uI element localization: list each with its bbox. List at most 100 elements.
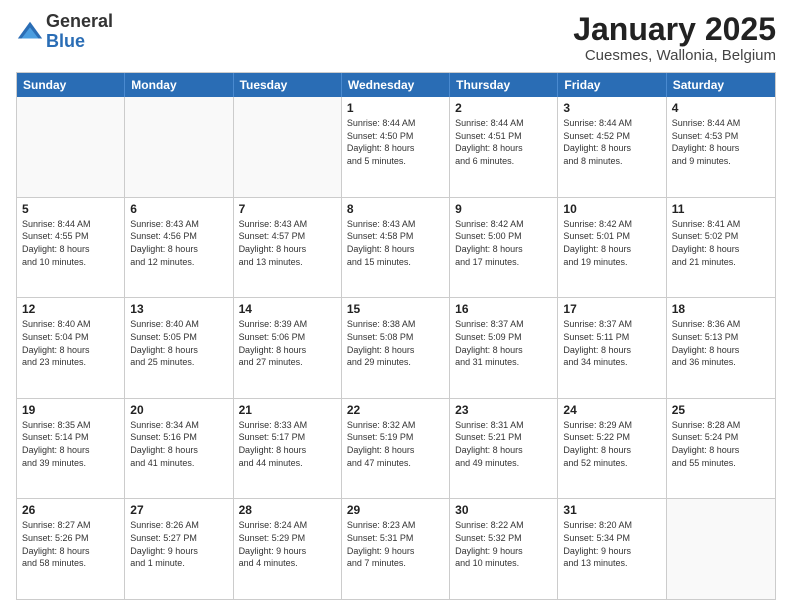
- day-number: 27: [130, 503, 227, 517]
- day-number: 7: [239, 202, 336, 216]
- day-cell-10: 10 Sunrise: 8:42 AM Sunset: 5:01 PM Dayli…: [558, 198, 666, 298]
- day-info: Sunrise: 8:27 AM Sunset: 5:26 PM Dayligh…: [22, 519, 119, 569]
- day-cell-26: 26 Sunrise: 8:27 AM Sunset: 5:26 PM Dayli…: [17, 499, 125, 599]
- empty-cell-4-6: [667, 499, 775, 599]
- day-cell-3: 3 Sunrise: 8:44 AM Sunset: 4:52 PM Daylig…: [558, 97, 666, 197]
- calendar-body: 1 Sunrise: 8:44 AM Sunset: 4:50 PM Daylig…: [17, 97, 775, 599]
- day-info: Sunrise: 8:43 AM Sunset: 4:58 PM Dayligh…: [347, 218, 444, 268]
- header-day-tuesday: Tuesday: [234, 73, 342, 97]
- day-cell-6: 6 Sunrise: 8:43 AM Sunset: 4:56 PM Daylig…: [125, 198, 233, 298]
- logo-icon: [16, 18, 44, 46]
- day-cell-23: 23 Sunrise: 8:31 AM Sunset: 5:21 PM Dayli…: [450, 399, 558, 499]
- day-info: Sunrise: 8:22 AM Sunset: 5:32 PM Dayligh…: [455, 519, 552, 569]
- empty-cell-0-2: [234, 97, 342, 197]
- empty-cell-0-0: [17, 97, 125, 197]
- day-number: 6: [130, 202, 227, 216]
- day-number: 14: [239, 302, 336, 316]
- day-info: Sunrise: 8:44 AM Sunset: 4:51 PM Dayligh…: [455, 117, 552, 167]
- day-number: 16: [455, 302, 552, 316]
- header-day-saturday: Saturday: [667, 73, 775, 97]
- header-day-sunday: Sunday: [17, 73, 125, 97]
- day-info: Sunrise: 8:26 AM Sunset: 5:27 PM Dayligh…: [130, 519, 227, 569]
- day-info: Sunrise: 8:41 AM Sunset: 5:02 PM Dayligh…: [672, 218, 770, 268]
- day-number: 9: [455, 202, 552, 216]
- day-info: Sunrise: 8:39 AM Sunset: 5:06 PM Dayligh…: [239, 318, 336, 368]
- calendar-row-2: 12 Sunrise: 8:40 AM Sunset: 5:04 PM Dayli…: [17, 298, 775, 399]
- day-cell-16: 16 Sunrise: 8:37 AM Sunset: 5:09 PM Dayli…: [450, 298, 558, 398]
- day-number: 8: [347, 202, 444, 216]
- calendar-row-3: 19Sunrise: 8:35 AM Sunset: 5:14 PM Dayli…: [17, 399, 775, 500]
- day-cell-7: 7Sunrise: 8:43 AM Sunset: 4:57 PM Daylig…: [234, 198, 342, 298]
- day-info: Sunrise: 8:37 AM Sunset: 5:09 PM Dayligh…: [455, 318, 552, 368]
- day-info: Sunrise: 8:29 AM Sunset: 5:22 PM Dayligh…: [563, 419, 660, 469]
- day-cell-28: 28 Sunrise: 8:24 AM Sunset: 5:29 PM Dayli…: [234, 499, 342, 599]
- day-info: Sunrise: 8:34 AM Sunset: 5:16 PM Dayligh…: [130, 419, 227, 469]
- day-info: Sunrise: 8:20 AM Sunset: 5:34 PM Dayligh…: [563, 519, 660, 569]
- logo-blue-text: Blue: [46, 32, 113, 52]
- day-info: Sunrise: 8:43 AM Sunset: 4:56 PM Dayligh…: [130, 218, 227, 268]
- day-number: 3: [563, 101, 660, 115]
- day-number: 2: [455, 101, 552, 115]
- page: General Blue January 2025 Cuesmes, Wallo…: [0, 0, 792, 612]
- day-cell-18: 18 Sunrise: 8:36 AM Sunset: 5:13 PM Dayli…: [667, 298, 775, 398]
- day-cell-17: 17Sunrise: 8:37 AM Sunset: 5:11 PM Dayli…: [558, 298, 666, 398]
- day-number: 21: [239, 403, 336, 417]
- day-info: Sunrise: 8:44 AM Sunset: 4:50 PM Dayligh…: [347, 117, 444, 167]
- day-info: Sunrise: 8:42 AM Sunset: 5:01 PM Dayligh…: [563, 218, 660, 268]
- day-number: 1: [347, 101, 444, 115]
- day-info: Sunrise: 8:35 AM Sunset: 5:14 PM Dayligh…: [22, 419, 119, 469]
- day-cell-24: 24Sunrise: 8:29 AM Sunset: 5:22 PM Dayli…: [558, 399, 666, 499]
- day-info: Sunrise: 8:40 AM Sunset: 5:05 PM Dayligh…: [130, 318, 227, 368]
- day-cell-25: 25Sunrise: 8:28 AM Sunset: 5:24 PM Dayli…: [667, 399, 775, 499]
- calendar-row-4: 26 Sunrise: 8:27 AM Sunset: 5:26 PM Dayli…: [17, 499, 775, 599]
- day-number: 26: [22, 503, 119, 517]
- header-day-wednesday: Wednesday: [342, 73, 450, 97]
- day-cell-30: 30Sunrise: 8:22 AM Sunset: 5:32 PM Dayli…: [450, 499, 558, 599]
- day-cell-19: 19Sunrise: 8:35 AM Sunset: 5:14 PM Dayli…: [17, 399, 125, 499]
- calendar: SundayMondayTuesdayWednesdayThursdayFrid…: [16, 72, 776, 600]
- title-block: January 2025 Cuesmes, Wallonia, Belgium: [573, 12, 776, 64]
- day-cell-12: 12 Sunrise: 8:40 AM Sunset: 5:04 PM Dayli…: [17, 298, 125, 398]
- day-cell-14: 14 Sunrise: 8:39 AM Sunset: 5:06 PM Dayli…: [234, 298, 342, 398]
- day-info: Sunrise: 8:36 AM Sunset: 5:13 PM Dayligh…: [672, 318, 770, 368]
- day-number: 20: [130, 403, 227, 417]
- calendar-row-0: 1 Sunrise: 8:44 AM Sunset: 4:50 PM Daylig…: [17, 97, 775, 198]
- day-cell-22: 22Sunrise: 8:32 AM Sunset: 5:19 PM Dayli…: [342, 399, 450, 499]
- day-info: Sunrise: 8:37 AM Sunset: 5:11 PM Dayligh…: [563, 318, 660, 368]
- title-month: January 2025: [573, 12, 776, 47]
- day-number: 15: [347, 302, 444, 316]
- day-number: 4: [672, 101, 770, 115]
- logo-text: General Blue: [46, 12, 113, 52]
- day-number: 5: [22, 202, 119, 216]
- day-number: 11: [672, 202, 770, 216]
- day-cell-8: 8 Sunrise: 8:43 AM Sunset: 4:58 PM Daylig…: [342, 198, 450, 298]
- day-info: Sunrise: 8:44 AM Sunset: 4:55 PM Dayligh…: [22, 218, 119, 268]
- day-info: Sunrise: 8:44 AM Sunset: 4:53 PM Dayligh…: [672, 117, 770, 167]
- header-day-friday: Friday: [558, 73, 666, 97]
- day-cell-20: 20 Sunrise: 8:34 AM Sunset: 5:16 PM Dayli…: [125, 399, 233, 499]
- day-cell-4: 4 Sunrise: 8:44 AM Sunset: 4:53 PM Daylig…: [667, 97, 775, 197]
- day-number: 28: [239, 503, 336, 517]
- day-cell-21: 21Sunrise: 8:33 AM Sunset: 5:17 PM Dayli…: [234, 399, 342, 499]
- day-cell-31: 31 Sunrise: 8:20 AM Sunset: 5:34 PM Dayli…: [558, 499, 666, 599]
- day-info: Sunrise: 8:24 AM Sunset: 5:29 PM Dayligh…: [239, 519, 336, 569]
- calendar-header: SundayMondayTuesdayWednesdayThursdayFrid…: [17, 73, 775, 97]
- title-location: Cuesmes, Wallonia, Belgium: [573, 47, 776, 64]
- day-number: 10: [563, 202, 660, 216]
- day-cell-2: 2 Sunrise: 8:44 AM Sunset: 4:51 PM Daylig…: [450, 97, 558, 197]
- day-info: Sunrise: 8:40 AM Sunset: 5:04 PM Dayligh…: [22, 318, 119, 368]
- day-number: 13: [130, 302, 227, 316]
- day-cell-15: 15 Sunrise: 8:38 AM Sunset: 5:08 PM Dayli…: [342, 298, 450, 398]
- day-info: Sunrise: 8:38 AM Sunset: 5:08 PM Dayligh…: [347, 318, 444, 368]
- day-number: 29: [347, 503, 444, 517]
- day-cell-11: 11 Sunrise: 8:41 AM Sunset: 5:02 PM Dayli…: [667, 198, 775, 298]
- day-number: 31: [563, 503, 660, 517]
- day-info: Sunrise: 8:28 AM Sunset: 5:24 PM Dayligh…: [672, 419, 770, 469]
- day-info: Sunrise: 8:32 AM Sunset: 5:19 PM Dayligh…: [347, 419, 444, 469]
- day-info: Sunrise: 8:44 AM Sunset: 4:52 PM Dayligh…: [563, 117, 660, 167]
- day-info: Sunrise: 8:31 AM Sunset: 5:21 PM Dayligh…: [455, 419, 552, 469]
- day-number: 12: [22, 302, 119, 316]
- day-number: 18: [672, 302, 770, 316]
- day-number: 23: [455, 403, 552, 417]
- day-cell-13: 13 Sunrise: 8:40 AM Sunset: 5:05 PM Dayli…: [125, 298, 233, 398]
